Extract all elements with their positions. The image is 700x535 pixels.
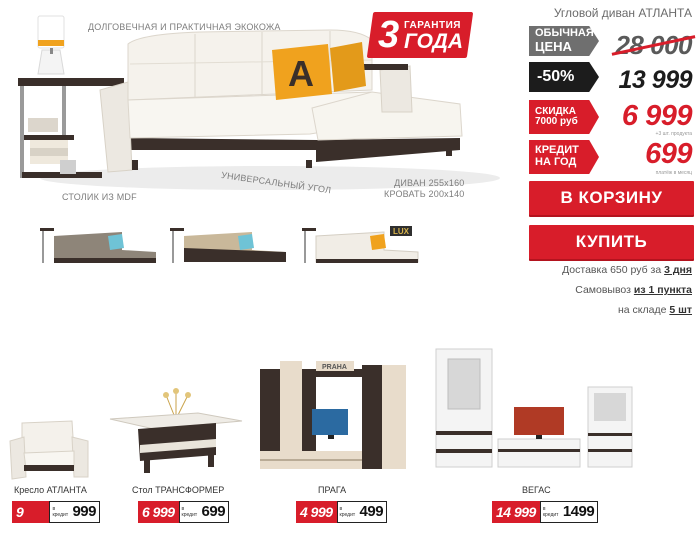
flower-vase bbox=[163, 388, 191, 416]
related-name: Кресло АТЛАНТА bbox=[14, 485, 87, 495]
price-panel: Угловой диван АТЛАНТА ОБЫЧНАЯ ЦЕНА 28 00… bbox=[527, 0, 700, 320]
related-credit: в кредит 499 bbox=[336, 501, 388, 523]
related-old-price: 14 999 bbox=[492, 501, 540, 523]
related-price: 6 999 в кредит 699 bbox=[138, 501, 230, 523]
related-credit-price: 999 bbox=[72, 503, 96, 520]
related-item-table[interactable]: Стол ТРАНСФОРМЕР 6 999 в кредит 699 bbox=[104, 385, 254, 535]
thumbnail-white-lux[interactable]: LUX bbox=[300, 222, 425, 272]
regular-price-tag: ОБЫЧНАЯ ЦЕНА bbox=[529, 26, 599, 56]
credit-price: 699 bbox=[645, 138, 692, 170]
credit-tag: КРЕДИТ НА ГОД bbox=[529, 140, 599, 174]
extra-discount-note: +3 шт. продукта bbox=[655, 131, 692, 137]
guarantee-years: ГОДА bbox=[404, 30, 464, 53]
regular-price-label-2: ЦЕНА bbox=[535, 38, 572, 54]
regular-price: 28 000 bbox=[612, 30, 696, 61]
table-illustration bbox=[109, 388, 243, 473]
credit-note: платёж в месяц bbox=[655, 170, 692, 176]
armchair-illustration bbox=[9, 420, 89, 480]
thumbnail-grey[interactable] bbox=[38, 222, 163, 272]
related-name: ПРАГА bbox=[318, 485, 347, 495]
related-old-price: 6 999 bbox=[138, 501, 179, 523]
pickup-points-link[interactable]: из 1 пункта bbox=[634, 284, 692, 296]
credit-label-2: НА ГОД bbox=[535, 156, 577, 168]
related-name: Стол ТРАНСФОРМЕР bbox=[132, 485, 225, 495]
related-credit-price: 499 bbox=[359, 503, 384, 520]
related-old-price: 4 999 bbox=[296, 501, 337, 523]
stock-info: на складе 5 шт bbox=[618, 304, 692, 316]
add-to-cart-button[interactable]: В КОРЗИНУ bbox=[529, 181, 694, 215]
related-old-price: 9 999 bbox=[12, 501, 50, 535]
stock-text: на складе bbox=[617, 304, 670, 316]
related-credit-label: в кредит bbox=[542, 506, 559, 518]
extra-discount-price: 6 999 bbox=[621, 100, 693, 132]
related-price: 9 999 в кредит 999 bbox=[12, 501, 100, 535]
discount-tag: -50% bbox=[529, 62, 599, 92]
guarantee-badge: 3 ГАРАНТИЯ ГОДА bbox=[366, 12, 474, 58]
extra-discount-label-2: 7000 руб bbox=[535, 116, 578, 127]
related-credit-label: в кредит bbox=[52, 506, 69, 518]
svg-text:A: A bbox=[288, 53, 314, 94]
pickup-text: Самовывоз bbox=[575, 284, 634, 296]
lamp bbox=[37, 15, 65, 75]
caption-sofa-size: ДИВАН 255x160 bbox=[394, 178, 465, 188]
extra-discount-tag: СКИДКА 7000 руб bbox=[529, 100, 599, 134]
caption-ecoleather: ДОЛГОВЕЧНАЯ И ПРАКТИЧНАЯ ЭКОКОЖА bbox=[88, 22, 281, 32]
discount-label: -50% bbox=[537, 67, 575, 85]
guarantee-number: 3 bbox=[378, 14, 400, 56]
stock-count-link[interactable]: 5 шт bbox=[669, 304, 692, 316]
related-name: ВЕГАС bbox=[522, 485, 551, 495]
pickup-info: Самовывоз из 1 пункта bbox=[575, 284, 692, 296]
related-item-praga[interactable]: PRAHA ПРАГА 4 999 в кредит 499 bbox=[256, 355, 416, 535]
svg-text:PRAHA: PRAHA bbox=[322, 364, 347, 371]
related-credit-price: 1499 bbox=[562, 503, 595, 520]
related-credit-label: в кредит bbox=[339, 506, 356, 518]
thumbnail-beige[interactable] bbox=[168, 222, 293, 272]
hero-image: A ДОЛГОВЕЧНАЯ И ПРАКТИЧНАЯ ЭКОКОЖА СТОЛИ… bbox=[0, 0, 520, 215]
delivery-days-link[interactable]: 3 дня bbox=[664, 264, 692, 276]
related-credit: в кредит 699 bbox=[178, 501, 230, 523]
related-credit: в кредит 999 bbox=[49, 501, 100, 523]
delivery-info: Доставка 650 руб за 3 дня bbox=[562, 264, 692, 276]
related-credit-label: в кредит bbox=[181, 506, 198, 518]
product-title: Угловой диван АТЛАНТА bbox=[553, 6, 692, 20]
vegas-wall-illustration bbox=[435, 348, 633, 468]
related-price: 4 999 в кредит 499 bbox=[296, 501, 388, 523]
related-item-armchair[interactable]: Кресло АТЛАНТА 9 999 в кредит 999 bbox=[0, 415, 100, 535]
delivery-text: Доставка 650 руб за bbox=[562, 264, 665, 276]
buy-button[interactable]: КУПИТЬ bbox=[529, 225, 694, 259]
praga-wall-illustration: PRAHA bbox=[260, 361, 406, 469]
related-price: 14 999 в кредит 1499 bbox=[492, 501, 599, 523]
related-item-vegas[interactable]: ВЕГАС 14 999 в кредит 1499 bbox=[430, 345, 650, 535]
discount-price: 13 999 bbox=[618, 66, 693, 94]
caption-table: СТОЛИК ИЗ MDF bbox=[62, 192, 137, 202]
related-credit-price: 699 bbox=[201, 503, 226, 520]
caption-bed-size: КРОВАТЬ 200x140 bbox=[384, 189, 465, 199]
related-credit: в кредит 1499 bbox=[539, 501, 599, 523]
caption-dimensions: ДИВАН 255x160 КРОВАТЬ 200x140 bbox=[384, 178, 465, 200]
svg-text:LUX: LUX bbox=[393, 227, 410, 236]
